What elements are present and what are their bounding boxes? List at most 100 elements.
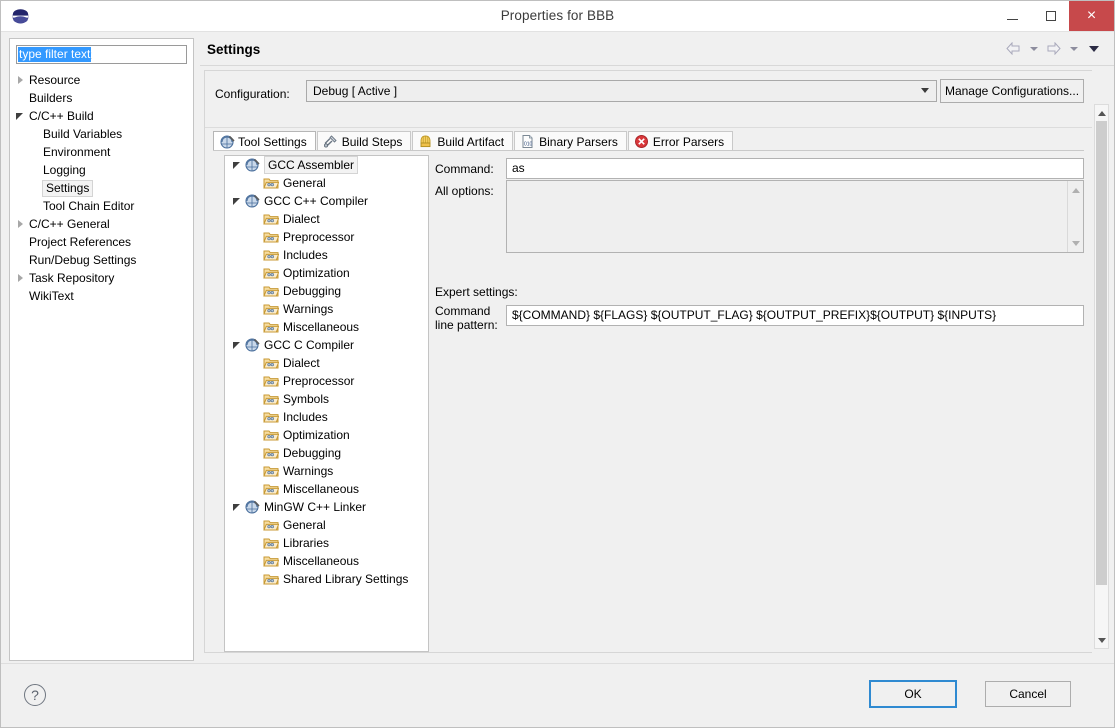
option-folder-icon: [263, 319, 280, 335]
scroll-down-icon[interactable]: [1068, 236, 1083, 250]
dialog-footer: ? OK Cancel: [1, 663, 1114, 727]
option-folder-icon: [263, 571, 280, 587]
tab-build-steps[interactable]: Build Steps: [316, 131, 412, 151]
tool-tree-item-optimization[interactable]: Optimization: [225, 426, 428, 444]
tool-tree-item-shared-library-settings[interactable]: Shared Library Settings: [225, 570, 428, 588]
tool-tree-item-symbols[interactable]: Symbols: [225, 390, 428, 408]
page-navigation-controls: [1005, 40, 1102, 57]
expand-triangle-icon[interactable]: [14, 71, 28, 89]
tool-tree-item-miscellaneous[interactable]: Miscellaneous: [225, 480, 428, 498]
expand-triangle-icon[interactable]: [14, 215, 28, 233]
back-dropdown-chevron-down-icon[interactable]: [1025, 40, 1042, 57]
tool-tree-item-dialect[interactable]: Dialect: [225, 354, 428, 372]
tool-tree-item-preprocessor[interactable]: Preprocessor: [225, 372, 428, 390]
scroll-up-icon[interactable]: [1095, 106, 1108, 120]
tab-binary-parsers[interactable]: 010 Binary Parsers: [514, 131, 627, 151]
tool-tree-item-miscellaneous[interactable]: Miscellaneous: [225, 552, 428, 570]
forward-arrow-icon[interactable]: [1045, 40, 1062, 57]
sidebar-item-settings[interactable]: Settings: [10, 179, 193, 197]
collapse-triangle-icon[interactable]: [14, 107, 28, 125]
tool-tree-item-gcc-assembler[interactable]: GCC Assembler: [225, 156, 428, 174]
tool-tree-item-general[interactable]: General: [225, 516, 428, 534]
manage-configurations-button[interactable]: Manage Configurations...: [940, 79, 1084, 103]
option-folder-icon: [263, 427, 280, 443]
sidebar-item-resource[interactable]: Resource: [10, 71, 193, 89]
tool-tree-item-dialect[interactable]: Dialect: [225, 210, 428, 228]
sidebar-item-logging[interactable]: Logging: [10, 161, 193, 179]
close-button[interactable]: ×: [1069, 1, 1114, 31]
tab-label: Build Steps: [341, 134, 403, 149]
sidebar-item-label: C/C++ General: [29, 217, 110, 231]
tab-tool-settings[interactable]: Tool Settings: [213, 131, 316, 151]
page-menu-chevron-down-icon[interactable]: [1085, 40, 1102, 57]
tab-error-parsers[interactable]: Error Parsers: [627, 131, 734, 151]
tab-build-artifact[interactable]: Build Artifact: [412, 131, 514, 151]
filter-input[interactable]: [16, 45, 187, 64]
sidebar-item-build-variables[interactable]: Build Variables: [10, 125, 193, 143]
ok-button[interactable]: OK: [869, 680, 957, 708]
question-mark-icon[interactable]: ?: [24, 684, 46, 706]
tab-label: Tool Settings: [238, 134, 307, 149]
sidebar-item-c-c-build[interactable]: C/C++ Build: [10, 107, 193, 125]
properties-dialog: Properties for BBB × type filter text Re…: [0, 0, 1115, 728]
sidebar-item-c-c-general[interactable]: C/C++ General: [10, 215, 193, 233]
tool-tree-item-warnings[interactable]: Warnings: [225, 462, 428, 480]
sidebar-item-wikitext[interactable]: WikiText: [10, 287, 193, 305]
sidebar-item-environment[interactable]: Environment: [10, 143, 193, 161]
all-options-scrollbar[interactable]: [1067, 181, 1083, 252]
sidebar-item-builders[interactable]: Builders: [10, 89, 193, 107]
forward-dropdown-chevron-down-icon[interactable]: [1065, 40, 1082, 57]
tool-tree-item-label: GCC C++ Compiler: [264, 194, 369, 208]
collapse-triangle-icon[interactable]: [231, 498, 244, 516]
tool-tree-item-miscellaneous[interactable]: Miscellaneous: [225, 318, 428, 336]
scroll-up-icon[interactable]: [1068, 183, 1083, 197]
tool-tree-item-warnings[interactable]: Warnings: [225, 300, 428, 318]
tool-tree-item-preprocessor[interactable]: Preprocessor: [225, 228, 428, 246]
tool-tree-item-gcc-c-compiler[interactable]: GCC C Compiler: [225, 336, 428, 354]
command-input[interactable]: as: [506, 158, 1084, 179]
scrollbar-thumb[interactable]: [1096, 121, 1107, 585]
option-folder-icon: [263, 553, 280, 569]
tool-tree-item-label: Optimization: [283, 428, 350, 442]
tool-tree-item-debugging[interactable]: Debugging: [225, 444, 428, 462]
sidebar-item-task-repository[interactable]: Task Repository: [10, 269, 193, 287]
tool-tree-item-includes[interactable]: Includes: [225, 246, 428, 264]
collapse-triangle-icon[interactable]: [231, 336, 244, 354]
settings-panel-scrollbar[interactable]: [1094, 104, 1109, 649]
back-arrow-icon[interactable]: [1005, 40, 1022, 57]
settings-navigation-pane: type filter text ResourceBuildersC/C++ B…: [9, 38, 194, 661]
cancel-button[interactable]: Cancel: [985, 681, 1071, 707]
collapse-triangle-icon[interactable]: [231, 156, 244, 174]
option-folder-icon: [263, 229, 280, 245]
tool-tree-item-general[interactable]: General: [225, 174, 428, 192]
maximize-button[interactable]: [1032, 1, 1070, 31]
collapse-triangle-icon[interactable]: [231, 192, 244, 210]
sidebar-item-project-references[interactable]: Project References: [10, 233, 193, 251]
tool-tree-item-gcc-c-compiler[interactable]: GCC C++ Compiler: [225, 192, 428, 210]
tab-label: Error Parsers: [652, 134, 725, 149]
tool-tree-item-libraries[interactable]: Libraries: [225, 534, 428, 552]
error-circle-icon: [634, 134, 649, 149]
scroll-down-icon[interactable]: [1095, 633, 1108, 647]
all-options-textarea[interactable]: [506, 180, 1084, 253]
sidebar-item-label: C/C++ Build: [29, 109, 94, 123]
tool-tree-item-optimization[interactable]: Optimization: [225, 264, 428, 282]
svg-text:010: 010: [524, 142, 533, 148]
option-folder-icon: [263, 247, 280, 263]
tool-tree-item-mingw-c-linker[interactable]: MinGW C++ Linker: [225, 498, 428, 516]
option-folder-icon: [263, 517, 280, 533]
sidebar-item-tool-chain-editor[interactable]: Tool Chain Editor: [10, 197, 193, 215]
configuration-dropdown[interactable]: Debug [ Active ]: [306, 80, 937, 102]
sidebar-item-run-debug-settings[interactable]: Run/Debug Settings: [10, 251, 193, 269]
wrench-icon: [219, 134, 235, 149]
minimize-button[interactable]: [992, 1, 1032, 31]
tool-tree-item-debugging[interactable]: Debugging: [225, 282, 428, 300]
tool-tree-item-label: GCC C Compiler: [264, 338, 355, 352]
expand-triangle-icon[interactable]: [14, 269, 28, 287]
tool-tree-item-includes[interactable]: Includes: [225, 408, 428, 426]
tool-icon: [244, 337, 260, 353]
tool-settings-tree[interactable]: GCC Assembler General GCC C++ Compiler Dial…: [224, 155, 429, 652]
command-line-pattern-input[interactable]: ${COMMAND} ${FLAGS} ${OUTPUT_FLAG} ${OUT…: [506, 305, 1084, 326]
